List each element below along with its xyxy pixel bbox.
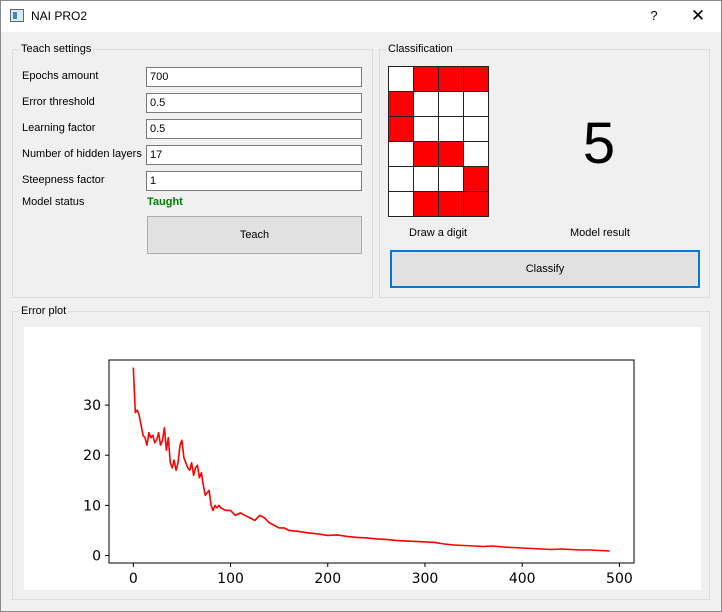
model-status-value: Taught [147, 196, 183, 208]
grid-cell[interactable] [464, 117, 489, 142]
grid-cell[interactable] [414, 192, 439, 217]
y-tick-label: 20 [83, 448, 101, 464]
digit-drawing-grid[interactable] [388, 66, 489, 217]
y-tick-label: 30 [83, 398, 101, 414]
grid-cell[interactable] [439, 142, 464, 167]
error-threshold-field[interactable] [146, 93, 362, 113]
steepness-field[interactable] [146, 171, 362, 191]
grid-cell[interactable] [414, 142, 439, 167]
grid-cell[interactable] [439, 92, 464, 117]
grid-cell[interactable] [439, 117, 464, 142]
classification-title: Classification [386, 43, 455, 55]
grid-cell[interactable] [414, 92, 439, 117]
grid-cell[interactable] [414, 67, 439, 92]
y-tick-label: 0 [92, 548, 101, 564]
grid-cell[interactable] [439, 67, 464, 92]
grid-cell[interactable] [389, 142, 414, 167]
error-plot-canvas: 0 100 200 300 400 500 0 10 20 30 [24, 327, 701, 590]
grid-cell[interactable] [389, 167, 414, 192]
teach-settings-title: Teach settings [19, 43, 94, 55]
hidden-layers-label: Number of hidden layers [22, 148, 142, 160]
plot-frame [108, 359, 635, 564]
error-series-line [132, 367, 610, 552]
main-window: NAI PRO2 ? ✕ Teach settings Epochs amoun… [0, 0, 722, 612]
classify-button[interactable]: Classify [390, 250, 700, 288]
model-status-label: Model status [22, 196, 85, 208]
grid-cell[interactable] [439, 167, 464, 192]
grid-cell[interactable] [464, 92, 489, 117]
learning-factor-label: Learning factor [22, 122, 96, 134]
grid-cell[interactable] [414, 167, 439, 192]
app-icon [10, 9, 24, 22]
model-result-label: Model result [570, 227, 630, 239]
steepness-label: Steepness factor [22, 174, 105, 186]
x-tick-label: 0 [129, 571, 138, 587]
window-title: NAI PRO2 [31, 9, 88, 23]
teach-button[interactable]: Teach [147, 216, 362, 254]
error-threshold-label: Error threshold [22, 96, 95, 108]
grid-cell[interactable] [464, 192, 489, 217]
grid-cell[interactable] [464, 67, 489, 92]
epochs-field[interactable] [146, 67, 362, 87]
model-result-value: 5 [582, 111, 616, 176]
grid-cell[interactable] [389, 192, 414, 217]
grid-cell[interactable] [389, 92, 414, 117]
draw-digit-label: Draw a digit [409, 227, 468, 239]
x-tick-label: 200 [314, 571, 341, 587]
error-plot-title: Error plot [19, 305, 69, 317]
error-plot-chart: 0 100 200 300 400 500 0 10 20 30 [83, 359, 635, 587]
title-bar: NAI PRO2 ? ✕ [1, 1, 721, 32]
grid-cell[interactable] [414, 117, 439, 142]
grid-cell[interactable] [464, 167, 489, 192]
learning-factor-field[interactable] [146, 119, 362, 139]
grid-cell[interactable] [439, 192, 464, 217]
x-tick-label: 100 [217, 571, 244, 587]
x-tick-label: 300 [412, 571, 439, 587]
close-icon[interactable]: ✕ [681, 5, 715, 27]
grid-cell[interactable] [464, 142, 489, 167]
x-tick-label: 500 [606, 571, 633, 587]
hidden-layers-field[interactable] [146, 145, 362, 165]
help-button[interactable]: ? [641, 5, 667, 27]
grid-cell[interactable] [389, 67, 414, 92]
y-tick-label: 10 [83, 498, 101, 514]
x-tick-label: 400 [509, 571, 536, 587]
grid-cell[interactable] [389, 117, 414, 142]
epochs-label: Epochs amount [22, 70, 99, 82]
